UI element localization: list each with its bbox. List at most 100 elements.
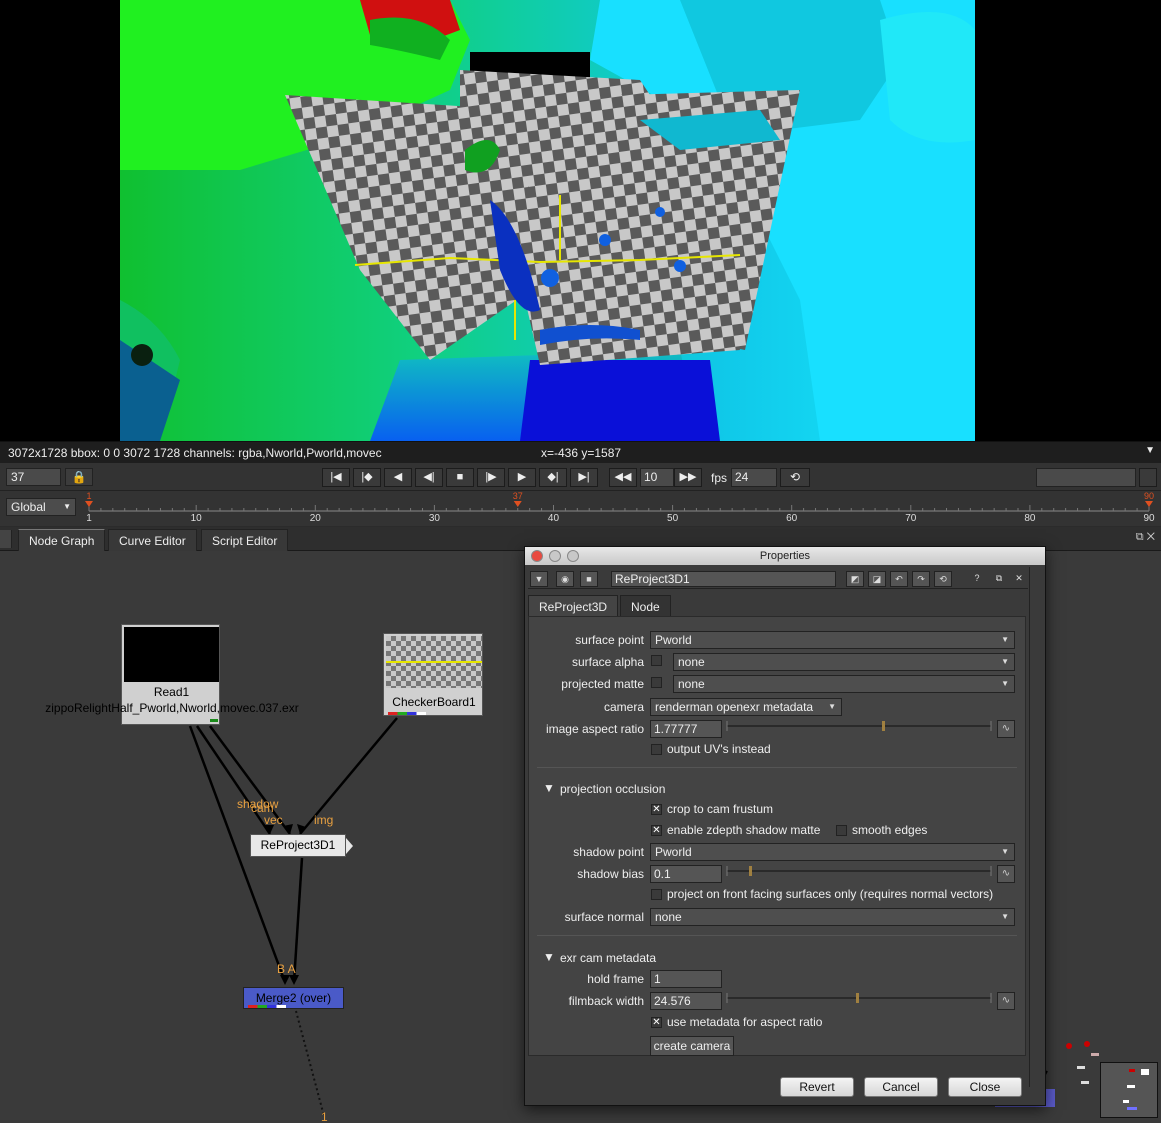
last-frame-button[interactable]: ▶| <box>570 468 598 487</box>
output-uv-label: output UV's instead <box>667 742 771 756</box>
camera-select[interactable]: renderman openexr metadata ▼ <box>650 698 842 716</box>
merge-node[interactable]: Merge2 (over) <box>243 987 344 1009</box>
cancel-button[interactable]: Cancel <box>864 1077 938 1097</box>
close-window-button[interactable] <box>531 550 543 562</box>
link-icon[interactable]: ◩ <box>846 571 864 587</box>
minimap[interactable] <box>1100 1062 1158 1118</box>
prev-frame-button[interactable]: ◀| <box>415 468 443 487</box>
chevron-down-icon: ▼ <box>1001 635 1009 644</box>
zoom-window-button[interactable] <box>567 550 579 562</box>
close-icon[interactable]: ✕ <box>1010 571 1028 587</box>
read-node[interactable]: Read1 zippoRelightHalf_Pworld,Nworld,mov… <box>45 624 299 725</box>
fps-field[interactable]: 24 <box>731 468 777 487</box>
play-back-button[interactable]: ◀ <box>384 468 412 487</box>
next-keyframe-button[interactable]: ◆| <box>539 468 567 487</box>
tab-node-graph[interactable]: Node Graph <box>18 529 106 551</box>
out-point-marker <box>1145 501 1153 507</box>
node-name-field[interactable]: ReProject3D1 <box>611 571 836 587</box>
shadow-point-select[interactable]: Pworld ▼ <box>650 843 1015 861</box>
animation-curve-icon[interactable]: ∿ <box>997 720 1015 738</box>
frame-increment-field[interactable]: 10 <box>640 468 674 487</box>
filmback-field[interactable]: 24.576 <box>650 992 722 1010</box>
revert-icon[interactable]: ⟲ <box>934 571 952 587</box>
tab-reproject3d[interactable]: ReProject3D <box>528 595 619 617</box>
timeline-ruler[interactable]: 1 10 20 30 40 50 60 70 80 90 1 37 90 <box>0 491 1161 526</box>
first-frame-button[interactable]: |◀ <box>322 468 350 487</box>
help-icon[interactable]: ? <box>968 571 986 587</box>
zdepth-matte-checkbox[interactable]: ✕ <box>651 825 662 836</box>
tab-script-editor[interactable]: Script Editor <box>201 529 289 551</box>
animation-curve-icon[interactable]: ∿ <box>997 865 1015 883</box>
surface-alpha-checkbox[interactable] <box>651 655 662 666</box>
properties-title: Properties <box>525 547 1045 565</box>
use-metadata-checkbox[interactable]: ✕ <box>651 1017 662 1028</box>
link2-icon[interactable]: ◪ <box>868 571 886 587</box>
divider <box>537 935 1017 936</box>
surface-alpha-select[interactable]: none ▼ <box>673 653 1015 671</box>
timeline[interactable]: Global ▼ 1 10 20 30 40 50 60 70 80 90 1 37 90 <box>0 491 1161 526</box>
occlusion-section-toggle[interactable]: ▼ <box>543 781 555 795</box>
filmback-label: filmback width <box>568 994 644 1008</box>
properties-window[interactable]: Properties ▼ ◉ ■ ReProject3D1 ◩ ◪ ↶ ↷ ⟲ … <box>524 546 1046 1106</box>
chevron-down-icon: ▼ <box>1001 657 1009 666</box>
reproject-node[interactable]: ReProject3D1 <box>250 834 353 857</box>
hold-frame-field[interactable]: 1 <box>650 970 722 988</box>
checkerboard-node[interactable]: CheckerBoard1 <box>383 633 483 716</box>
surface-point-select[interactable]: Pworld ▼ <box>650 631 1015 649</box>
stop-button[interactable]: ■ <box>446 468 474 487</box>
play-forward-button[interactable]: ▶ <box>508 468 536 487</box>
timeline-tick-label: 1 <box>86 513 92 524</box>
timeline-tick-label: 40 <box>548 513 560 524</box>
viewer-image[interactable] <box>120 0 975 441</box>
filmback-slider[interactable] <box>725 992 995 1010</box>
shadow-bias-field[interactable]: 0.1 <box>650 865 722 883</box>
output-uv-checkbox[interactable] <box>651 744 662 755</box>
tab-node[interactable]: Node <box>620 595 671 617</box>
undo-icon[interactable]: ↶ <box>890 571 908 587</box>
surface-point-label: surface point <box>575 633 644 647</box>
camera-label: camera <box>603 700 644 714</box>
projected-matte-select[interactable]: none ▼ <box>673 675 1015 693</box>
panel-float-close-icon[interactable]: ⧉ ✕ <box>1136 531 1155 544</box>
aspect-ratio-label: image aspect ratio <box>545 722 644 736</box>
float-icon[interactable]: ⧉ <box>990 571 1008 587</box>
use-metadata-label: use metadata for aspect ratio <box>667 1015 823 1029</box>
viewer[interactable] <box>0 0 1161 441</box>
timeline-tick-label: 30 <box>429 513 441 524</box>
read-node-file: zippoRelightHalf_Pworld,Nworld,movec.037… <box>45 701 299 715</box>
aspect-ratio-field[interactable]: 1.77777 <box>650 720 722 738</box>
current-frame-field[interactable]: 37 <box>6 468 61 486</box>
skip-forward-button[interactable]: ▶▶ <box>674 468 702 487</box>
exr-section-title: exr cam metadata <box>560 951 657 965</box>
playback-range-field[interactable] <box>1036 468 1136 487</box>
loop-icon[interactable]: ⟲ <box>780 468 810 487</box>
smooth-edges-checkbox[interactable] <box>836 825 847 836</box>
surface-normal-select[interactable]: none ▼ <box>650 908 1015 926</box>
front-facing-checkbox[interactable] <box>651 889 662 900</box>
panel-handle[interactable] <box>0 530 12 548</box>
crop-frustum-checkbox[interactable]: ✕ <box>651 804 662 815</box>
prev-keyframe-button[interactable]: |◆ <box>353 468 381 487</box>
aspect-ratio-slider[interactable] <box>725 720 995 738</box>
next-frame-button[interactable]: |▶ <box>477 468 505 487</box>
viewer-menu-icon[interactable]: ▼ <box>1145 445 1155 456</box>
create-camera-button[interactable]: create camera <box>650 1036 734 1056</box>
view-node-icon[interactable]: ◉ <box>556 571 574 587</box>
range-toggle-icon[interactable] <box>1139 468 1157 487</box>
exr-section-toggle[interactable]: ▼ <box>543 950 555 964</box>
redo-icon[interactable]: ↷ <box>912 571 930 587</box>
minimize-window-button[interactable] <box>549 550 561 562</box>
skip-back-button[interactable]: ◀◀ <box>609 468 637 487</box>
properties-scrollbar[interactable] <box>1029 567 1043 1087</box>
lock-icon[interactable]: 🔒 <box>65 468 93 486</box>
camera-icon[interactable]: ■ <box>580 571 598 587</box>
close-button[interactable]: Close <box>948 1077 1022 1097</box>
tab-curve-editor[interactable]: Curve Editor <box>108 529 197 551</box>
chevron-down-icon: ▼ <box>828 702 836 711</box>
revert-button[interactable]: Revert <box>780 1077 854 1097</box>
projected-matte-checkbox[interactable] <box>651 677 662 688</box>
collapse-arrow-icon[interactable]: ▼ <box>530 571 548 587</box>
shadow-bias-slider[interactable] <box>725 865 995 883</box>
animation-curve-icon[interactable]: ∿ <box>997 992 1015 1010</box>
rendered-frame <box>120 0 975 441</box>
